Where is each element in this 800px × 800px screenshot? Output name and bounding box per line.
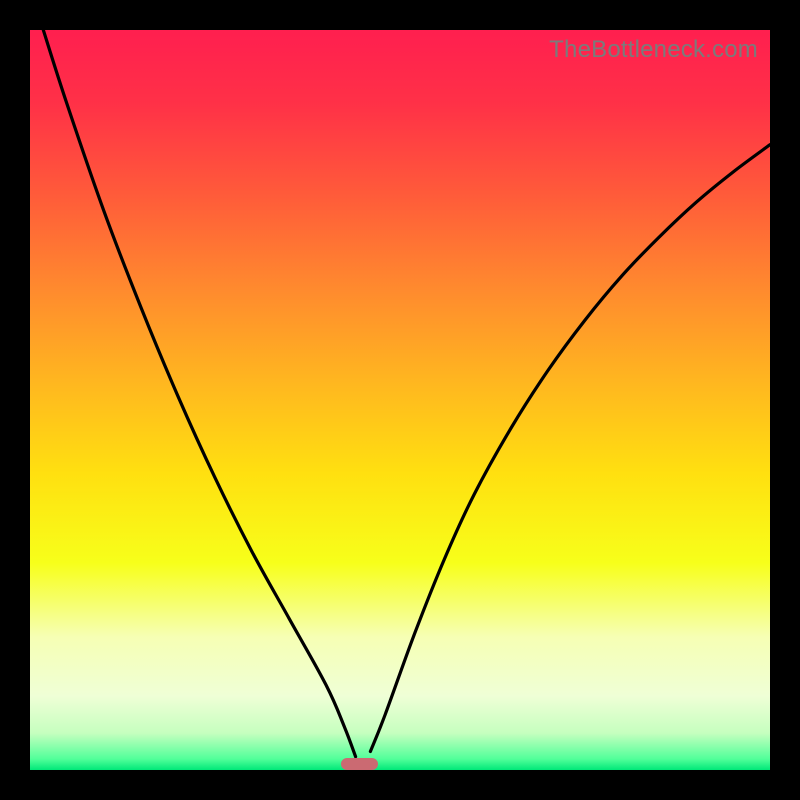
curve-left-branch (43, 30, 355, 757)
curve-right-branch (370, 145, 770, 752)
plot-area: TheBottleneck.com (30, 30, 770, 770)
bottleneck-curve (30, 30, 770, 770)
minimum-marker (341, 758, 378, 770)
chart-frame: TheBottleneck.com (0, 0, 800, 800)
